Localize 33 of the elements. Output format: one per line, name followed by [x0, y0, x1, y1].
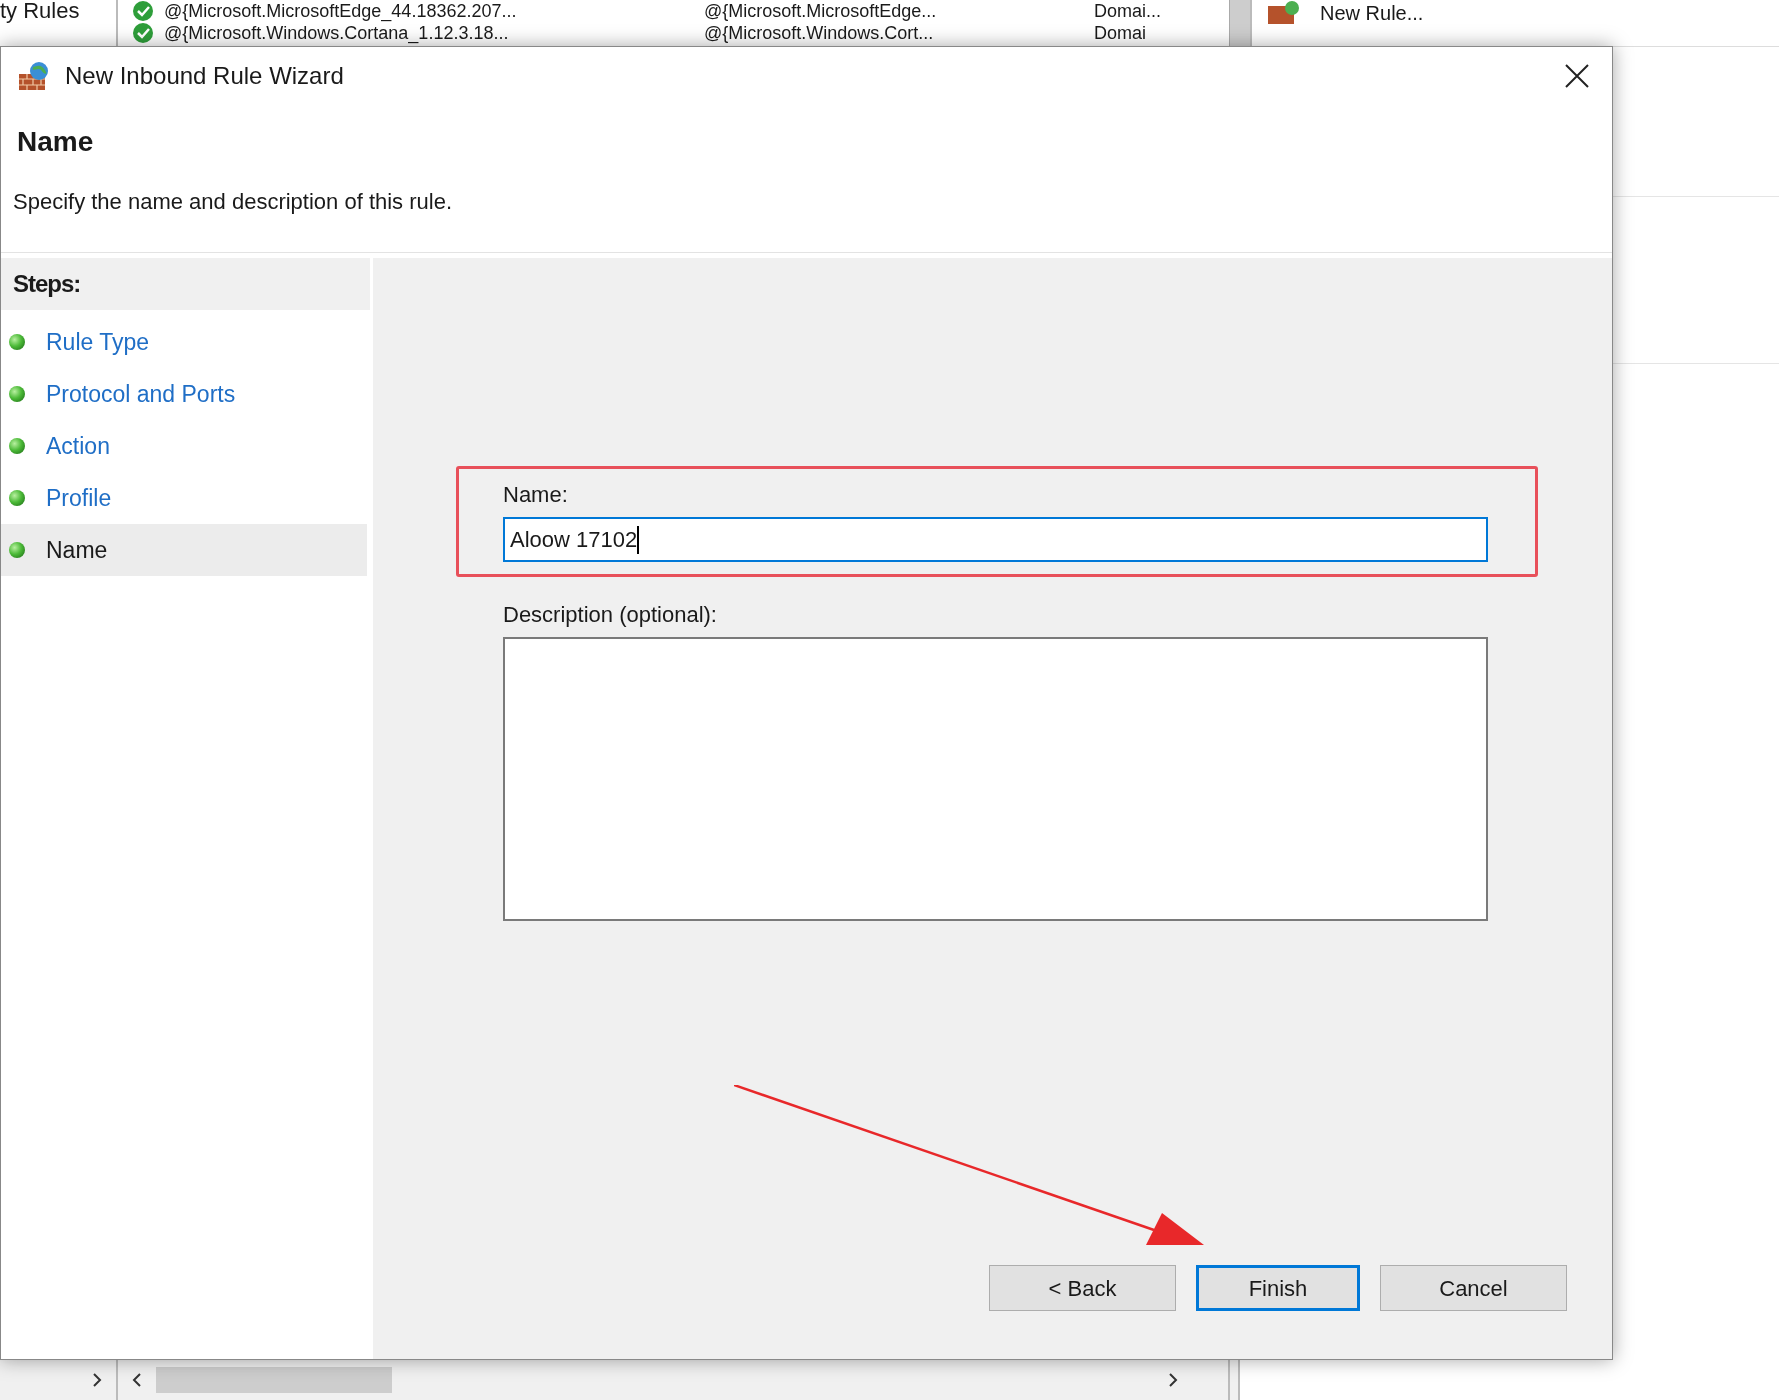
step-item[interactable]: Protocol and Ports	[1, 368, 367, 420]
scrollbar[interactable]	[1230, 0, 1250, 46]
step-item[interactable]: Rule Type	[1, 316, 367, 368]
dialog-button[interactable]: Cancel	[1380, 1265, 1567, 1311]
status-dot-icon	[8, 437, 26, 455]
step-item[interactable]: Profile	[1, 472, 367, 524]
pane-label: ty Rules	[0, 0, 80, 23]
new-rule-link[interactable]: New Rule...	[1266, 0, 1779, 26]
rule-row[interactable]: @{Microsoft.MicrosoftEdge_44.18362.207... @{Microsoft.MicrosoftEdge... Domai...	[132, 0, 1229, 22]
dialog-button[interactable]: < Back	[989, 1265, 1176, 1311]
window-title: New Inbound Rule Wizard	[65, 61, 344, 91]
field-label: Description (optional):	[503, 601, 718, 629]
page-heading: Name	[16, 125, 95, 159]
name-field[interactable]: Aloow 17102	[503, 517, 1488, 562]
firewall-icon	[1266, 0, 1300, 26]
status-dot-icon	[8, 489, 26, 507]
scroll-right-icon[interactable]	[92, 1372, 102, 1388]
scrollbar-thumb[interactable]	[156, 1367, 392, 1393]
description-field[interactable]	[503, 637, 1488, 921]
step-item[interactable]: Name	[1, 524, 367, 576]
scroll-left-icon[interactable]	[132, 1372, 142, 1388]
steps-header: Steps:	[1, 258, 370, 310]
rule-row[interactable]: @{Microsoft.Windows.Cortana_1.12.3.18... @{Microsoft.Windows.Cort... Domai	[132, 22, 1229, 44]
firewall-icon	[17, 60, 51, 92]
status-dot-icon	[8, 385, 26, 403]
page-subtitle: Specify the name and description of this rule.	[13, 188, 454, 216]
status-dot-icon	[8, 541, 26, 559]
field-label: Name:	[503, 481, 569, 509]
close-icon[interactable]	[1564, 63, 1590, 89]
status-dot-icon	[8, 333, 26, 351]
scroll-right-icon[interactable]	[1168, 1372, 1178, 1388]
step-item[interactable]: Action	[1, 420, 367, 472]
dialog-button[interactable]: Finish	[1196, 1265, 1360, 1311]
